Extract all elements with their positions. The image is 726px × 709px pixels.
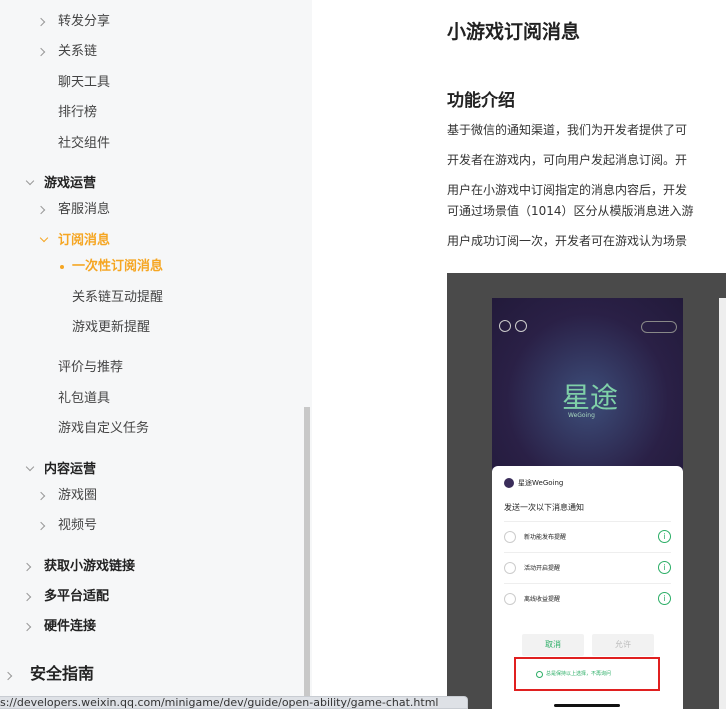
sidebar-item-subscribe-messages[interactable]: 订阅消息 [58,232,110,250]
sheet-title: 发送一次以下消息通知 [504,503,584,512]
sidebar-item-custom-tasks[interactable]: 游戏自定义任务 [58,420,149,438]
sidebar-section-get-link[interactable]: 获取小游戏链接 [44,558,135,576]
paragraph: 用户成功订阅一次，开发者可在游戏认为场景 [447,234,688,248]
always-keep-highlight[interactable]: 总是保持以上选择，不再询问 [514,657,660,691]
game-logo: 星途 WeGoing [562,381,618,419]
option-label: 活动开启提醒 [524,565,561,572]
sidebar-section-game-ops[interactable]: 游戏运营 [44,175,96,193]
sidebar-item-leaderboard[interactable]: 排行榜 [58,104,97,122]
sidebar-section-security[interactable]: 安全指南 [30,665,94,683]
svg-text:星途: 星途 [562,381,618,414]
paragraph: 开发者在游戏内，可向用户发起消息订阅。开 [447,153,688,167]
sidebar-item-one-time-subscribe[interactable]: 一次性订阅消息 [72,258,163,276]
phone-mockup-partial [719,298,726,709]
section-title: 功能介绍 [447,91,515,111]
radio-icon[interactable] [536,671,543,678]
music-icon [499,320,511,332]
sidebar-item-game-update[interactable]: 游戏更新提醒 [72,319,150,337]
app-name-label: 星途WeGoing [518,479,564,487]
info-icon[interactable]: i [658,592,671,605]
option-label: 新功能发布提醒 [524,534,567,541]
sidebar-item-customer-service[interactable]: 客服消息 [58,201,110,219]
capsule-menu-icon [641,321,677,333]
chevron-right-icon[interactable] [22,622,32,632]
option-label: 离线收益提醒 [524,596,561,603]
chevron-right-icon[interactable] [36,17,46,27]
paragraph: 用户在小游戏中订阅指定的消息内容后，开发 [447,183,688,197]
sidebar-item-game-circle[interactable]: 游戏圈 [58,487,97,505]
chevron-right-icon[interactable] [36,205,46,215]
sidebar-item-relation-interaction[interactable]: 关系链互动提醒 [72,289,163,307]
paragraph: 可通过场景值（1014）区分从模版消息进入游 [447,204,694,218]
chevron-right-icon[interactable] [22,562,32,572]
svg-text:WeGoing: WeGoing [568,412,595,419]
chevron-right-icon[interactable] [3,671,13,681]
always-keep-label: 总是保持以上选择，不再询问 [546,671,612,677]
sidebar-section-hardware[interactable]: 硬件连接 [44,618,96,636]
info-icon[interactable]: i [658,561,671,574]
active-dot-icon [60,265,64,269]
chevron-right-icon[interactable] [36,521,46,531]
sidebar-item-relation-chain[interactable]: 关系链 [58,43,97,61]
radio-icon[interactable] [504,562,516,574]
doc-content: 小游戏订阅消息 功能介绍 基于微信的通知渠道，我们为开发者提供了可 开发者在游戏… [312,0,726,709]
status-bar-url: s://developers.weixin.qq.com/minigame/de… [0,696,468,709]
paragraph: 基于微信的通知渠道，我们为开发者提供了可 [447,123,688,137]
phone-mockup: 星途 WeGoing 星途WeGoing 发送一次以下消息通知 新功能发布提醒 … [492,298,683,709]
sidebar-item-reviews[interactable]: 评价与推荐 [58,359,123,377]
info-icon[interactable]: i [658,530,671,543]
radio-icon[interactable] [504,531,516,543]
chevron-down-icon[interactable] [25,176,35,186]
chevron-right-icon[interactable] [36,491,46,501]
allow-button[interactable]: 允许 [592,634,654,656]
example-screenshot: 星途 WeGoing 星途WeGoing 发送一次以下消息通知 新功能发布提醒 … [447,273,726,709]
subscribe-option[interactable]: 新功能发布提醒 i [504,521,671,551]
sidebar-section-content-ops[interactable]: 内容运营 [44,461,96,479]
chevron-right-icon[interactable] [22,592,32,602]
sidebar-item-gift-items[interactable]: 礼包道具 [58,390,110,408]
app-avatar [504,478,514,488]
subscribe-sheet: 星途WeGoing 发送一次以下消息通知 新功能发布提醒 i 活动开启提醒 i … [492,466,683,709]
page-title: 小游戏订阅消息 [447,21,581,43]
sidebar-item-share[interactable]: 转发分享 [58,13,110,31]
sidebar-item-channels[interactable]: 视频号 [58,517,97,535]
cancel-button[interactable]: 取消 [522,634,584,656]
sidebar-scrollbar-thumb[interactable] [304,407,310,709]
subscribe-option[interactable]: 活动开启提醒 i [504,552,671,582]
chevron-right-icon[interactable] [36,47,46,57]
sidebar-nav: 转发分享 关系链 聊天工具 排行榜 社交组件 游戏运营 客服消息 订阅消息 一次… [0,0,312,709]
radio-icon[interactable] [504,593,516,605]
sidebar-item-social-components[interactable]: 社交组件 [58,135,110,153]
chevron-down-icon[interactable] [25,462,35,472]
sidebar-section-multi-platform[interactable]: 多平台适配 [44,588,109,606]
app-name: 星途WeGoing [504,478,563,488]
home-indicator [554,704,620,707]
chevron-down-icon[interactable] [39,233,49,243]
profile-icon [515,320,527,332]
sidebar-item-chat-tools[interactable]: 聊天工具 [58,74,110,92]
subscribe-option[interactable]: 离线收益提醒 i [504,583,671,613]
